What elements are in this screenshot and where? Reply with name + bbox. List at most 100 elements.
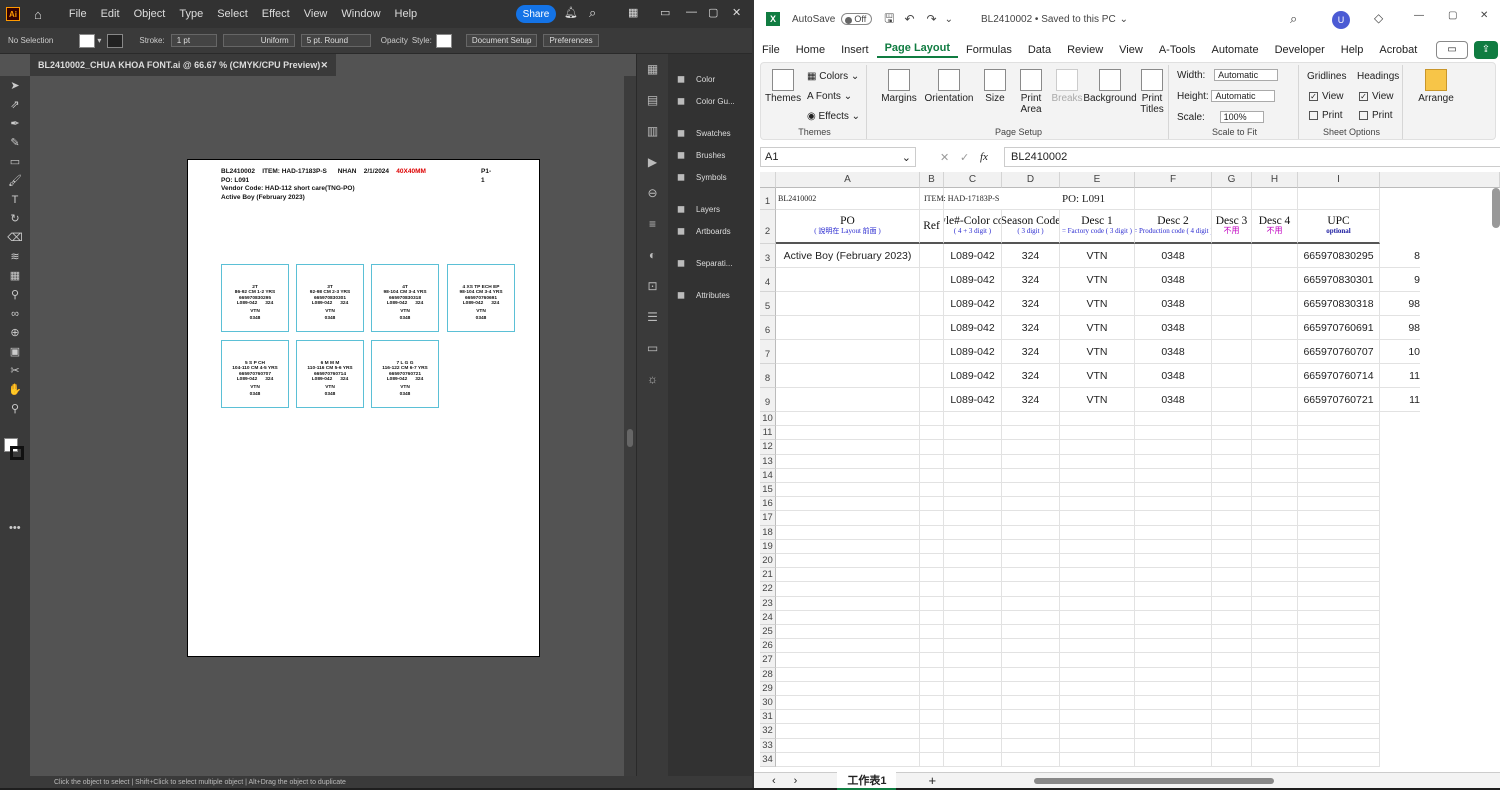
data-cell[interactable]: L089-042 xyxy=(944,244,1002,268)
row-header[interactable]: 7 xyxy=(760,340,776,364)
rotate-tool-icon[interactable]: ↻ xyxy=(0,209,30,228)
data-cell[interactable]: 665970830318 xyxy=(1298,292,1380,316)
rectangle-tool-icon[interactable]: ▭ xyxy=(0,152,30,171)
row-header[interactable]: 6 xyxy=(760,316,776,340)
empty-cell[interactable] xyxy=(1002,667,1060,682)
panel-brushes[interactable]: ◼ Brushes xyxy=(668,144,752,166)
close-icon[interactable]: ✕ xyxy=(1480,10,1488,21)
empty-cell[interactable] xyxy=(1252,752,1298,767)
stroke-style-select[interactable]: Uniform xyxy=(222,34,295,47)
empty-cell[interactable] xyxy=(1252,639,1298,654)
row-header[interactable]: 28 xyxy=(760,667,776,682)
empty-cell[interactable] xyxy=(920,454,944,469)
empty-cell[interactable] xyxy=(920,653,944,668)
data-cell[interactable]: 665970760721 xyxy=(1298,388,1380,412)
comments-button[interactable]: ▭ xyxy=(1436,41,1468,59)
empty-cell[interactable] xyxy=(1298,440,1380,455)
empty-cell[interactable] xyxy=(920,738,944,753)
empty-cell[interactable] xyxy=(1135,454,1212,469)
enter-icon[interactable]: ✓ xyxy=(960,151,969,164)
empty-cell[interactable] xyxy=(1002,625,1060,640)
menu-help[interactable]: Help xyxy=(388,8,425,20)
column-header-next[interactable] xyxy=(1380,172,1500,188)
user-avatar[interactable]: U xyxy=(1332,11,1350,29)
cell-row1[interactable] xyxy=(1212,188,1252,210)
save-icon[interactable]: 🖫︎ xyxy=(884,9,894,30)
title-dropdown-icon[interactable]: ⌄ xyxy=(1120,14,1128,25)
scroll-thumb[interactable] xyxy=(627,429,633,447)
panel-artboards[interactable]: ◼ Artboards xyxy=(668,220,752,242)
panel-symbols[interactable]: ◼ Symbols xyxy=(668,166,752,188)
notifications-icon[interactable]: 🔔︎ xyxy=(564,6,578,19)
header-cell[interactable]: Style#-Color code( 4 + 3 digit ) xyxy=(944,210,1002,244)
tab-help[interactable]: Help xyxy=(1333,44,1372,56)
empty-cell[interactable] xyxy=(1252,596,1298,611)
data-cell-overflow[interactable]: 9 xyxy=(1380,268,1420,292)
tab-view[interactable]: View xyxy=(1111,44,1151,56)
scale-field[interactable]: 100% xyxy=(1219,111,1264,123)
data-cell[interactable] xyxy=(1252,292,1298,316)
empty-cell[interactable] xyxy=(920,468,944,483)
empty-cell[interactable] xyxy=(1002,639,1060,654)
colors-button[interactable]: ▦ Colors ⌄ xyxy=(807,71,859,82)
empty-cell[interactable] xyxy=(1298,639,1380,654)
empty-cell[interactable] xyxy=(776,554,920,569)
print-area-button[interactable]: Print Area xyxy=(1013,69,1049,115)
light-icon[interactable]: ☼ xyxy=(637,364,668,395)
row-header[interactable]: 29 xyxy=(760,681,776,696)
empty-cell[interactable] xyxy=(1135,625,1212,640)
width-tool-icon[interactable]: ≋ xyxy=(0,247,30,266)
empty-cell[interactable] xyxy=(1298,497,1380,512)
row-header[interactable]: 10 xyxy=(760,412,776,427)
empty-cell[interactable] xyxy=(1060,525,1135,540)
row-header[interactable]: 26 xyxy=(760,639,776,654)
empty-cell[interactable] xyxy=(944,525,1002,540)
empty-cell[interactable] xyxy=(944,653,1002,668)
header-cell[interactable]: Ref xyxy=(920,210,944,244)
empty-cell[interactable] xyxy=(920,568,944,583)
empty-cell[interactable] xyxy=(1060,468,1135,483)
empty-cell[interactable] xyxy=(776,497,920,512)
data-cell[interactable]: 665970760714 xyxy=(1298,364,1380,388)
empty-cell[interactable] xyxy=(1060,639,1135,654)
column-header[interactable]: C xyxy=(944,172,1002,188)
empty-cell[interactable] xyxy=(1298,696,1380,711)
empty-cell[interactable] xyxy=(776,412,920,427)
empty-cell[interactable] xyxy=(776,653,920,668)
empty-cell[interactable] xyxy=(1212,554,1252,569)
breaks-button[interactable]: Breaks xyxy=(1051,69,1083,104)
data-cell-overflow[interactable]: 8 xyxy=(1380,244,1420,268)
minimize-icon[interactable]: — xyxy=(686,6,697,18)
menu-window[interactable]: Window xyxy=(334,8,387,20)
empty-cell[interactable] xyxy=(1060,681,1135,696)
empty-cell[interactable] xyxy=(1212,468,1252,483)
column-header[interactable]: F xyxy=(1135,172,1212,188)
empty-cell[interactable] xyxy=(1135,440,1212,455)
data-cell[interactable]: L089-042 xyxy=(944,364,1002,388)
row-header[interactable]: 22 xyxy=(760,582,776,597)
data-cell-overflow[interactable]: 10 xyxy=(1380,340,1420,364)
empty-cell[interactable] xyxy=(1135,525,1212,540)
empty-cell[interactable] xyxy=(944,511,1002,526)
empty-cell[interactable] xyxy=(1002,468,1060,483)
data-cell[interactable] xyxy=(1252,244,1298,268)
empty-cell[interactable] xyxy=(1252,710,1298,725)
label-box[interactable]: 3T 92-98 CM 2-3 YRS 665970830301 L089-042 32… xyxy=(296,264,364,332)
header-cell[interactable]: Desc 4 不用 xyxy=(1252,210,1298,244)
empty-cell[interactable] xyxy=(1212,440,1252,455)
type-tool-icon[interactable]: T xyxy=(0,190,30,209)
empty-cell[interactable] xyxy=(1212,710,1252,725)
row-header[interactable]: 13 xyxy=(760,454,776,469)
cell-c1[interactable]: ITEM: HAD-17183P-S xyxy=(922,188,1062,210)
empty-cell[interactable] xyxy=(776,710,920,725)
data-cell[interactable]: L089-042 xyxy=(944,388,1002,412)
label-box[interactable]: 4 XS TP ECH EP 98-104 CM 3-4 YRS 665970760… xyxy=(447,264,515,332)
sheet-tab[interactable]: 工作表1 xyxy=(837,771,897,790)
empty-cell[interactable] xyxy=(776,610,920,625)
column-header[interactable]: I xyxy=(1298,172,1380,188)
empty-cell[interactable] xyxy=(920,511,944,526)
empty-cell[interactable] xyxy=(1135,738,1212,753)
panel-colorgu[interactable]: ◼ Color Gu... xyxy=(668,90,752,112)
empty-cell[interactable] xyxy=(1060,426,1135,441)
print-titles-button[interactable]: Print Titles xyxy=(1137,69,1167,115)
